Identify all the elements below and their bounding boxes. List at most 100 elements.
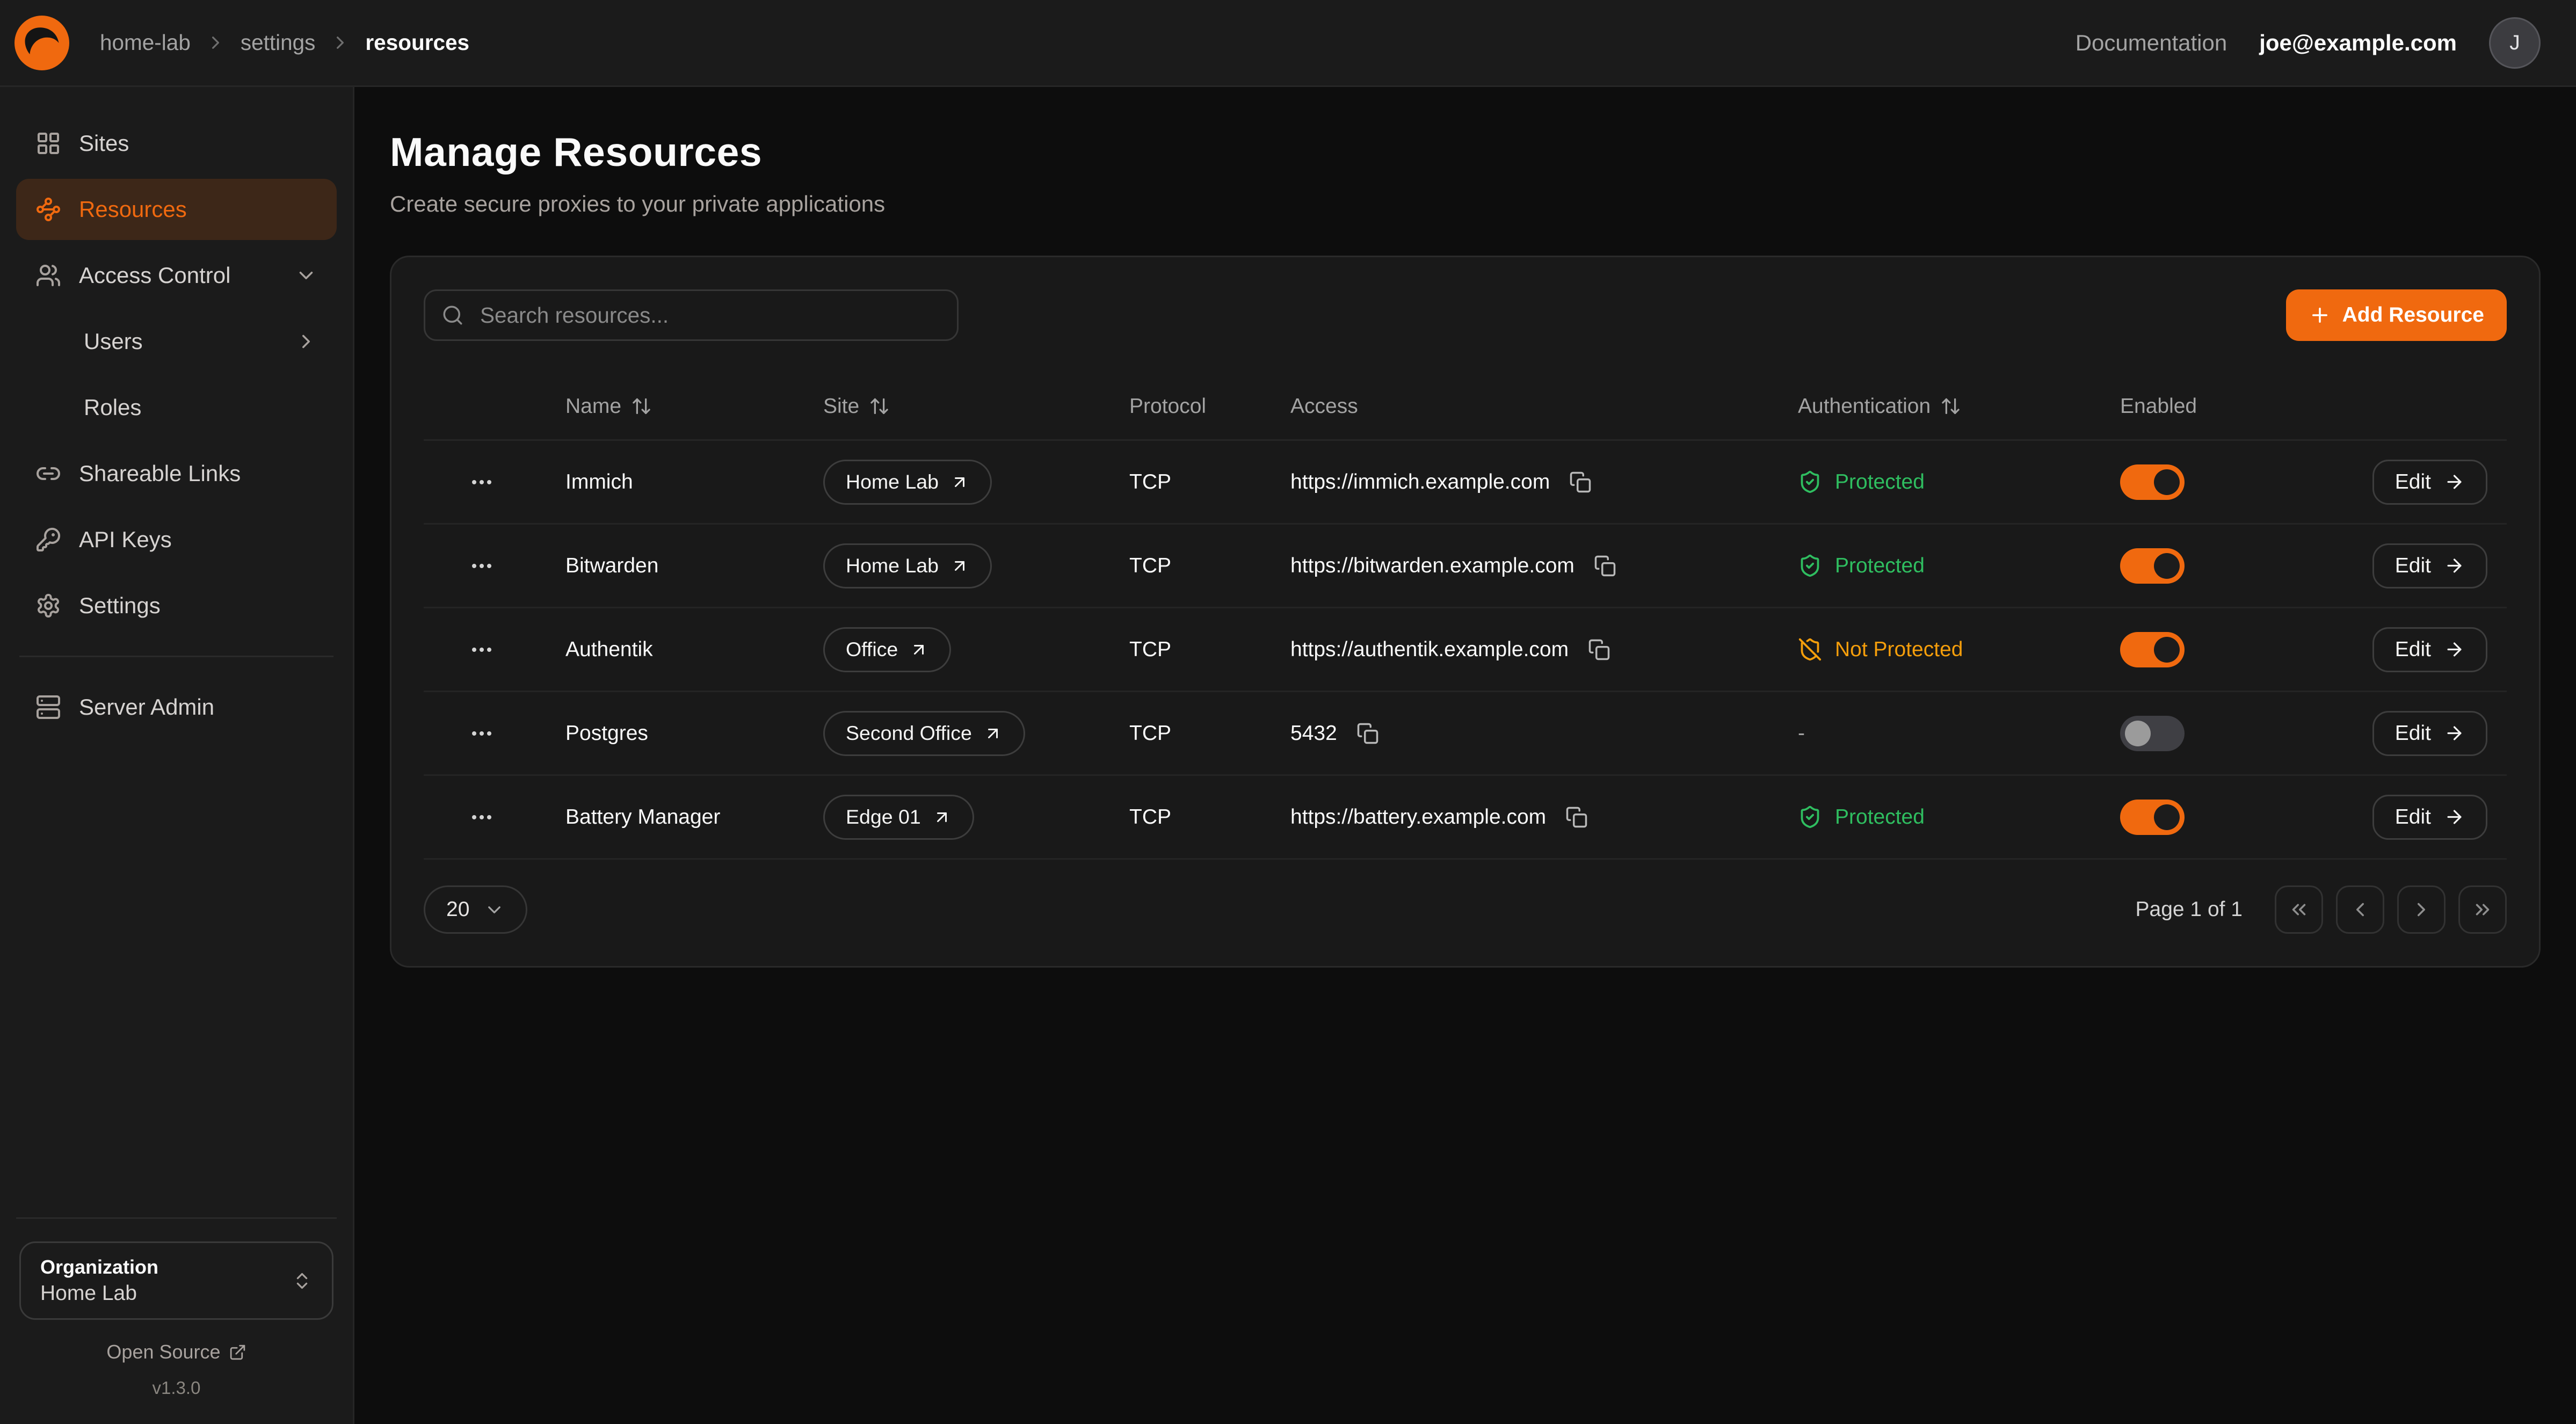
auth-label: Protected [1835,470,1925,494]
plus-icon [2309,304,2331,326]
breadcrumb-home-lab[interactable]: home-lab [100,30,191,55]
sidebar-item-server-admin[interactable]: Server Admin [16,677,337,738]
copy-icon [1356,722,1379,745]
row-menu-button[interactable] [462,630,501,669]
column-header-site[interactable]: Site [797,395,1104,418]
sidebar-item-label: Server Admin [79,694,214,720]
sidebar-item-label: Users [84,329,143,354]
copy-button[interactable] [1591,551,1620,580]
copy-icon [1594,555,1616,577]
edit-button[interactable]: Edit [2372,627,2487,672]
row-menu-button[interactable] [462,714,501,753]
sidebar-item-sites[interactable]: Sites [16,113,337,174]
sort-icon [631,396,652,417]
column-header-authentication[interactable]: Authentication [1772,395,2094,418]
column-header-protocol: Protocol [1104,395,1265,418]
protocol: TCP [1104,554,1265,578]
auth-label: - [1798,722,1805,745]
table-row: Battery Manager Edge 01 TCP https://batt… [424,776,2507,860]
row-menu-button[interactable] [462,547,501,585]
enabled-toggle[interactable] [2120,800,2185,835]
enabled-toggle[interactable] [2120,632,2185,667]
documentation-link[interactable]: Documentation [2076,30,2227,56]
arrow-up-right-icon [983,724,1003,743]
sidebar-item-api-keys[interactable]: API Keys [16,509,337,570]
sidebar-item-settings[interactable]: Settings [16,575,337,636]
copy-button[interactable] [1585,635,1614,664]
column-header-name[interactable]: Name [540,395,797,418]
avatar[interactable]: J [2489,17,2541,69]
sidebar-item-access-control[interactable]: Access Control [16,245,337,306]
sidebar-item-users[interactable]: Users [16,311,337,372]
sidebar-item-label: Access Control [79,263,230,288]
edit-button[interactable]: Edit [2372,795,2487,840]
site-link-button[interactable]: Home Lab [823,460,992,505]
page-size-select[interactable]: 20 [424,885,527,934]
auth-status: - [1798,722,1805,745]
row-menu-button[interactable] [462,463,501,502]
chevron-right-icon [295,330,317,353]
sidebar-item-roles[interactable]: Roles [16,377,337,438]
arrow-right-icon [2444,555,2465,576]
sidebar-item-resources[interactable]: Resources [16,179,337,240]
sidebar-footer: Organization Home Lab Open Source v1.3.0 [16,1217,337,1424]
edit-button[interactable]: Edit [2372,543,2487,589]
link-icon [35,461,61,486]
enabled-toggle[interactable] [2120,464,2185,500]
org-selector[interactable]: Organization Home Lab [19,1241,333,1320]
main-content: Manage Resources Create secure proxies t… [354,87,2576,1424]
copy-button[interactable] [1353,719,1382,748]
auth-status: Protected [1798,470,1925,494]
sidebar-item-shareable-links[interactable]: Shareable Links [16,443,337,504]
chevron-left-icon [2349,898,2371,921]
enabled-toggle[interactable] [2120,716,2185,751]
page-info: Page 1 of 1 [2136,898,2243,921]
site-link-button[interactable]: Office [823,627,951,672]
add-resource-button[interactable]: Add Resource [2286,289,2507,341]
row-menu-button[interactable] [462,798,501,837]
breadcrumb-resources: resources [365,30,469,55]
prev-page-button[interactable] [2336,885,2384,934]
edit-button[interactable]: Edit [2372,711,2487,756]
protocol: TCP [1104,722,1265,745]
enabled-toggle[interactable] [2120,548,2185,584]
table-footer: 20 Page 1 of 1 [424,885,2507,934]
sidebar-admin-nav: Server Admin [16,677,337,738]
sidebar-item-label: Sites [79,130,129,156]
chevron-down-icon [295,264,317,287]
next-page-button[interactable] [2397,885,2446,934]
chevron-right-icon [205,32,226,53]
copy-button[interactable] [1566,468,1595,497]
table-row: Bitwarden Home Lab TCP https://bitwarden… [424,525,2507,608]
copy-button[interactable] [1562,803,1591,832]
search-icon [441,304,464,326]
open-source-link[interactable]: Open Source [106,1341,246,1363]
shield-check-icon [1798,554,1822,578]
site-link-button[interactable]: Home Lab [823,543,992,589]
copy-icon [1588,638,1610,661]
shield-check-icon [1798,470,1822,494]
first-page-button[interactable] [2275,885,2323,934]
edit-button[interactable]: Edit [2372,460,2487,505]
sidebar-divider [19,656,333,657]
site-name: Second Office [846,722,972,745]
site-link-button[interactable]: Edge 01 [823,795,974,840]
access-url: https://battery.example.com [1290,805,1546,829]
settings-icon [35,593,61,619]
app-logo[interactable] [13,14,71,72]
search-input[interactable] [477,301,941,330]
ellipsis-icon [469,637,495,663]
page-subtitle: Create secure proxies to your private ap… [390,191,2541,217]
last-page-button[interactable] [2458,885,2507,934]
user-email[interactable]: joe@example.com [2259,30,2457,56]
sidebar-item-label: Shareable Links [79,461,241,486]
ellipsis-icon [469,553,495,579]
site-link-button[interactable]: Second Office [823,711,1025,756]
org-name: Home Lab [40,1282,158,1305]
app-window: home-lab settings resources Documentatio… [0,0,2576,1424]
table-row: Authentik Office TCP https://authentik.e… [424,608,2507,692]
breadcrumb-settings[interactable]: settings [241,30,316,55]
column-header-enabled: Enabled [2094,395,2304,418]
chevrons-up-down-icon [292,1270,313,1291]
ellipsis-icon [469,804,495,830]
